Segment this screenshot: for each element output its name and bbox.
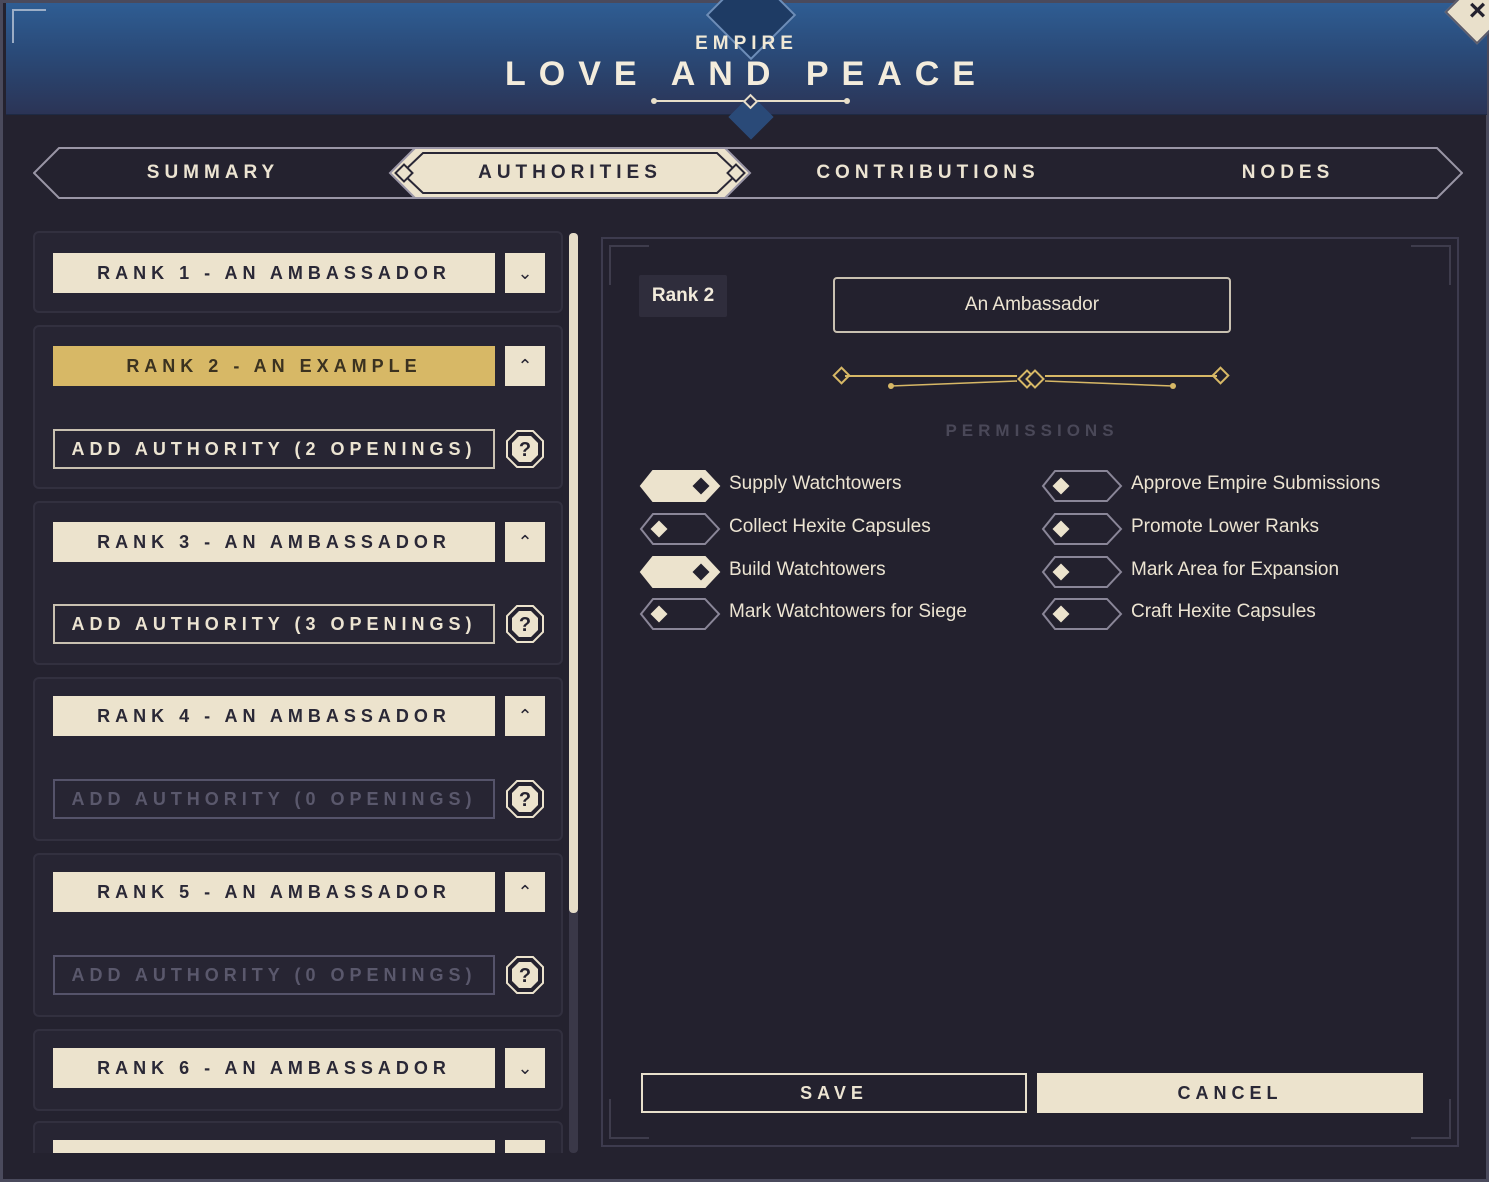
permission-toggle[interactable]: Supply Watchtowers <box>639 469 1019 503</box>
rank-4-button[interactable]: RANK 4 - AN AMBASSADOR <box>53 696 495 736</box>
rank-2-button[interactable]: RANK 2 - AN EXAMPLE <box>53 346 495 386</box>
permission-toggle[interactable]: Craft Hexite Capsules <box>1041 597 1421 631</box>
expand-button[interactable]: ⌄ <box>505 1048 545 1088</box>
permission-label: Supply Watchtowers <box>729 473 902 494</box>
permission-label: Promote Lower Ranks <box>1131 516 1319 537</box>
help-icon[interactable]: ? <box>505 779 545 819</box>
collapse-button[interactable]: ⌃ <box>505 696 545 736</box>
permission-toggle[interactable]: Mark Area for Expansion <box>1041 555 1421 589</box>
permission-label: Mark Area for Expansion <box>1131 559 1340 580</box>
permission-label: Build Watchtowers <box>729 559 886 580</box>
toggle-on-icon <box>639 470 721 502</box>
tab-bar: SUMMARY AUTHORITIES CONTRIBUTIONS NODES <box>33 147 1463 199</box>
collapse-button[interactable]: ⌃ <box>505 346 545 386</box>
chevron-down-icon: ⌄ <box>517 1058 533 1078</box>
rank-name-input[interactable]: An Ambassador <box>833 277 1231 333</box>
tab-contributions[interactable]: CONTRIBUTIONS <box>783 147 1073 199</box>
svg-text:?: ? <box>519 439 531 461</box>
expand-button[interactable] <box>505 1140 545 1153</box>
header-banner: EMPIRE LOVE AND PEACE <box>6 0 1487 140</box>
rank-detail-panel: Rank 2 An Ambassador PERMISSIONS Supply … <box>601 237 1459 1147</box>
rank-group <box>33 1121 563 1153</box>
ornament-divider <box>832 366 1230 389</box>
save-button[interactable]: SAVE <box>641 1073 1027 1113</box>
add-authority-button: ADD AUTHORITY (0 OPENINGS) <box>53 779 495 819</box>
rank-group: RANK 6 - AN AMBASSADOR ⌄ <box>33 1029 563 1111</box>
svg-text:?: ? <box>519 965 531 987</box>
collapse-button[interactable]: ⌃ <box>505 522 545 562</box>
rank-label: Rank 2 <box>639 275 727 317</box>
permission-toggle[interactable]: Mark Watchtowers for Siege <box>639 597 1019 631</box>
divider-dot <box>651 98 657 104</box>
scroll-thumb[interactable] <box>569 233 578 913</box>
tab-summary[interactable]: SUMMARY <box>93 147 333 199</box>
rank-3-button[interactable]: RANK 3 - AN AMBASSADOR <box>53 522 495 562</box>
rank-1-button[interactable]: RANK 1 - AN AMBASSADOR <box>53 253 495 293</box>
rank-group: RANK 2 - AN EXAMPLE ⌃ ADD AUTHORITY (2 O… <box>33 325 563 489</box>
permission-label: Craft Hexite Capsules <box>1131 601 1316 622</box>
rank-5-button[interactable]: RANK 5 - AN AMBASSADOR <box>53 872 495 912</box>
chevron-up-icon: ⌃ <box>517 706 533 726</box>
tab-authorities[interactable]: AUTHORITIES <box>413 147 727 199</box>
toggle-off-icon <box>639 598 721 630</box>
toggle-off-icon <box>1041 556 1123 588</box>
permission-toggle[interactable]: Build Watchtowers <box>639 555 1019 589</box>
help-icon[interactable]: ? <box>505 955 545 995</box>
corner-ornament <box>1411 245 1451 285</box>
rank-group: RANK 1 - AN AMBASSADOR ⌄ <box>33 231 563 313</box>
tab-nodes[interactable]: NODES <box>1183 147 1393 199</box>
toggle-off-icon <box>1041 598 1123 630</box>
toggle-off-icon <box>1041 470 1123 502</box>
permission-toggle[interactable]: Approve Empire Submissions <box>1041 469 1421 503</box>
scrollbar[interactable] <box>569 233 578 1153</box>
help-icon[interactable]: ? <box>505 604 545 644</box>
permission-label: Collect Hexite Capsules <box>729 516 931 537</box>
rank-group: RANK 4 - AN AMBASSADOR ⌃ ADD AUTHORITY (… <box>33 677 563 841</box>
chevron-up-icon: ⌃ <box>517 532 533 552</box>
help-icon[interactable]: ? <box>505 429 545 469</box>
app-window: EMPIRE LOVE AND PEACE × SUMMARY AUTHORIT… <box>0 0 1489 1182</box>
add-authority-button[interactable]: ADD AUTHORITY (3 OPENINGS) <box>53 604 495 644</box>
chevron-up-icon: ⌃ <box>517 882 533 902</box>
toggle-off-icon <box>639 513 721 545</box>
rank-7-button[interactable] <box>53 1140 495 1153</box>
rank-6-button[interactable]: RANK 6 - AN AMBASSADOR <box>53 1048 495 1088</box>
add-authority-button: ADD AUTHORITY (0 OPENINGS) <box>53 955 495 995</box>
toggle-on-icon <box>639 556 721 588</box>
rank-group: RANK 3 - AN AMBASSADOR ⌃ ADD AUTHORITY (… <box>33 501 563 665</box>
rank-list[interactable]: RANK 1 - AN AMBASSADOR ⌄ RANK 2 - AN EXA… <box>33 231 563 1153</box>
permission-toggle[interactable]: Collect Hexite Capsules <box>639 512 1019 546</box>
permissions-title: PERMISSIONS <box>945 421 1119 440</box>
rank-group: RANK 5 - AN AMBASSADOR ⌃ ADD AUTHORITY (… <box>33 853 563 1017</box>
add-authority-button[interactable]: ADD AUTHORITY (2 OPENINGS) <box>53 429 495 469</box>
svg-text:?: ? <box>519 789 531 811</box>
svg-text:?: ? <box>519 614 531 636</box>
chevron-down-icon: ⌄ <box>517 263 533 283</box>
permission-label: Mark Watchtowers for Siege <box>729 601 967 622</box>
collapse-button[interactable]: ⌃ <box>505 872 545 912</box>
chevron-up-icon: ⌃ <box>517 356 533 376</box>
page-title: LOVE AND PEACE <box>504 55 988 93</box>
divider-dot <box>844 98 850 104</box>
close-icon: × <box>1468 0 1487 28</box>
permission-label: Approve Empire Submissions <box>1131 473 1381 494</box>
permission-toggle[interactable]: Promote Lower Ranks <box>1041 512 1421 546</box>
header-subtitle: EMPIRE <box>695 33 798 54</box>
expand-button[interactable]: ⌄ <box>505 253 545 293</box>
cancel-button[interactable]: CANCEL <box>1037 1073 1423 1113</box>
toggle-off-icon <box>1041 513 1123 545</box>
